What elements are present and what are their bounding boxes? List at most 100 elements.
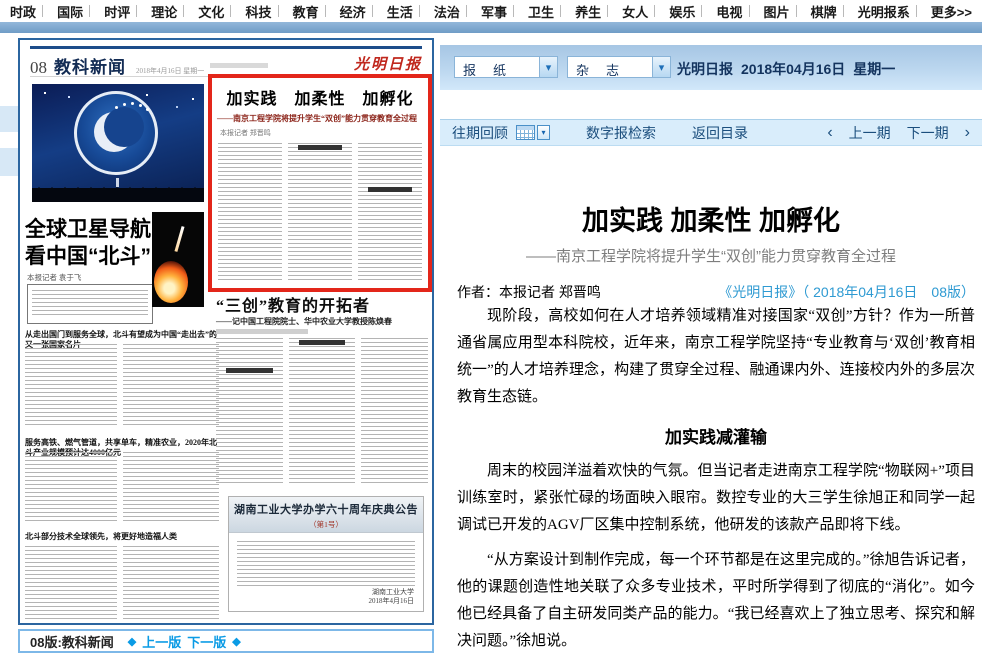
- next-issue-link[interactable]: 下一期: [907, 123, 949, 143]
- notice-title: 湖南工业大学办学六十周年庆典公告: [229, 501, 423, 517]
- highlight-article-byline: 本报记者 郑晋鸣: [220, 128, 428, 138]
- notice-signature: 湖南工业大学 2018年4月16日: [369, 588, 415, 606]
- back-to-contents-link[interactable]: 返回目录: [692, 123, 748, 143]
- nav-item-more[interactable]: 更多>>: [916, 2, 972, 21]
- highlighted-article-box[interactable]: 加实践 加柔性 加孵化 ——南京工程学院将提升学生“双创”能力贯穿教育全过程 本…: [208, 74, 432, 292]
- masthead-rule: [30, 46, 422, 49]
- page-date-line: 2018年4月16日 星期一: [136, 66, 204, 76]
- text-column-sim: [25, 344, 117, 428]
- nav-item-lilun[interactable]: 理论: [136, 2, 177, 21]
- dropdown-arrow-icon[interactable]: ▾: [539, 57, 557, 77]
- issue-date-line: 光明日报 2018年04月16日星期一: [677, 59, 903, 79]
- section-title: 教科新闻: [54, 53, 126, 78]
- next-issue-arrow-icon[interactable]: ›: [965, 124, 970, 142]
- notice-body-sim: [237, 541, 415, 589]
- magazine-select[interactable]: 杂 志 ▾: [567, 56, 671, 78]
- nav-item-yangsheng[interactable]: 养生: [560, 2, 601, 21]
- nav-item-gmbaoxi[interactable]: 光明报系: [843, 2, 910, 21]
- nav-divider-bar: [0, 22, 982, 33]
- nav-item-junshi[interactable]: 军事: [466, 2, 507, 21]
- nav-item-weisheng[interactable]: 卫生: [513, 2, 554, 21]
- nav-item-shenghuo[interactable]: 生活: [372, 2, 413, 21]
- nav-item-shiping[interactable]: 时评: [89, 2, 130, 21]
- issue-banner: 报 纸 ▾ 杂 志 ▾ 光明日报 2018年04月16日星期一: [440, 45, 982, 90]
- editor-text-sim: [210, 63, 268, 68]
- digital-search-link[interactable]: 数字报检索: [586, 123, 656, 143]
- audience-silhouette: [32, 188, 204, 202]
- nav-item-dianshi[interactable]: 电视: [701, 2, 742, 21]
- article-paragraph: 现阶段，高校如何在人才培养领域精准对接国家“双创”方针？作为一所普通省属应用型本…: [457, 303, 975, 411]
- text-column-sim: [25, 546, 117, 620]
- text-column-sim: [123, 344, 219, 428]
- nav-item-fazhi[interactable]: 法治: [419, 2, 460, 21]
- nav-item-yule[interactable]: 娱乐: [654, 2, 695, 21]
- prev-page-diamond-icon: ◆: [128, 635, 136, 648]
- prev-issue-link[interactable]: 上一期: [849, 123, 891, 143]
- article-meta-row: 作者：本报记者 郑晋鸣 《光明日报》（ 2018年04月16日 08版）: [457, 282, 975, 302]
- highlight-article-title: 加实践 加柔性 加孵化: [212, 85, 428, 109]
- nav-item-tupian[interactable]: 图片: [749, 2, 790, 21]
- prev-page-link[interactable]: 上一版: [142, 632, 181, 651]
- nav-item-jiaoyu[interactable]: 教育: [278, 2, 319, 21]
- page: 时政 国际 时评 理论 文化 科技 教育 经济 生活 法治 军事 卫生 养生 女…: [0, 0, 982, 661]
- page-number: 08: [30, 58, 47, 78]
- beidou-logo-icon: [74, 91, 158, 175]
- masthead-logo: 光明日报: [354, 53, 422, 74]
- nav-item-qipai[interactable]: 棋牌: [796, 2, 837, 21]
- article-source-link[interactable]: 《光明日报》（ 2018年04月16日 08版）: [718, 282, 975, 302]
- nav-item-nvren[interactable]: 女人: [607, 2, 648, 21]
- archive-link[interactable]: 往期回顾: [452, 123, 508, 143]
- sanchuang-columns: [216, 338, 428, 486]
- next-page-diamond-icon: ◆: [232, 635, 240, 648]
- notice-number: （第1号）: [229, 519, 423, 530]
- text-column-sim: [289, 338, 356, 486]
- text-column-sim: [358, 143, 422, 281]
- highlight-article-columns: [218, 143, 422, 281]
- sanchuang-article-title: “三创”教育的开拓者: [216, 292, 370, 316]
- article-paragraph: 周末的校园洋溢着欢快的气氛。但当记者走进南京工程学院“物联网+”项目训练室时，紧…: [457, 458, 975, 539]
- highlight-article-subtitle: ——南京工程学院将提升学生“双创”能力贯穿教育全过程: [217, 114, 423, 124]
- next-page-link[interactable]: 下一版: [187, 632, 226, 651]
- calendar-icon[interactable]: [516, 125, 535, 140]
- issue-weekday: 星期一: [853, 61, 895, 77]
- page-bottom-bar: 08版:教科新闻 ◆ 上一版 下一版 ◆: [18, 629, 434, 653]
- text-column-sim: [25, 452, 117, 522]
- nav-item-shizheng[interactable]: 时政: [10, 2, 36, 21]
- article-subtitle: ——南京工程学院将提升学生“双创”能力贯穿教育全过程: [440, 245, 982, 266]
- article-paragraph: “从方案设计到制作完成，每一个环节都是在这里完成的。”徐旭告诉记者，他的课题创造…: [457, 547, 975, 655]
- stars-decor: [44, 92, 46, 94]
- nav-item-guoji[interactable]: 国际: [42, 2, 83, 21]
- current-page-label: 08版:教科新闻: [30, 632, 114, 651]
- text-column-sim: [361, 338, 428, 486]
- article-body: 现阶段，高校如何在人才培养领域精准对接国家“双创”方针？作为一所普通省属应用型本…: [457, 303, 975, 661]
- issue-toolbar: 往期回顾 ▾ 数字报检索 返回目录 ‹ 上一期 下一期 ›: [440, 119, 982, 146]
- beidou-subhead-3: 北斗部分技术全球领先，将更好地造福人类: [25, 532, 197, 542]
- background-stripe: [0, 148, 18, 176]
- sanchuang-byline-sim: [216, 329, 308, 334]
- prev-issue-arrow-icon[interactable]: ‹: [827, 124, 832, 142]
- nav-item-keji[interactable]: 科技: [230, 2, 271, 21]
- newspaper-page-thumbnail[interactable]: 08 教科新闻 2018年4月16日 星期一 光明日报 加实践 加柔性 加孵化: [18, 38, 434, 625]
- article-title: 加实践 加柔性 加孵化: [440, 199, 982, 238]
- text-column-sim: [123, 452, 219, 522]
- top-nav: 时政 国际 时评 理论 文化 科技 教育 经济 生活 法治 军事 卫生 养生 女…: [0, 0, 982, 22]
- university-notice-box: 湖南工业大学办学六十周年庆典公告 （第1号） 湖南工业大学 2018年4月16日: [228, 496, 424, 612]
- beidou-stage-photo: [32, 84, 204, 202]
- sanchuang-article-subtitle: ——记中国工程院院士、华中农业大学教授陈焕春: [216, 316, 428, 327]
- issue-date: 2018年04月16日: [741, 61, 845, 77]
- beidou-headline: 全球卫星导航 看中国“北斗”: [25, 216, 153, 270]
- text-column-sim: [216, 338, 283, 486]
- paper-select[interactable]: 报 纸 ▾: [454, 56, 558, 78]
- calendar-dropdown-button[interactable]: ▾: [537, 125, 550, 140]
- editor-note-box: [27, 284, 153, 324]
- beidou-byline: 本报记者 袁于飞: [27, 272, 81, 283]
- text-column-sim: [288, 143, 352, 281]
- nav-item-wenhua[interactable]: 文化: [183, 2, 224, 21]
- nav-item-jingji[interactable]: 经济: [325, 2, 366, 21]
- background-stripe: [0, 106, 18, 132]
- text-column-sim: [218, 143, 282, 281]
- text-column-sim: [123, 546, 219, 620]
- dropdown-arrow-icon[interactable]: ▾: [652, 57, 670, 77]
- masthead-name: 光明日报: [677, 61, 733, 77]
- article-section-heading: 加实践减灌输: [457, 423, 975, 448]
